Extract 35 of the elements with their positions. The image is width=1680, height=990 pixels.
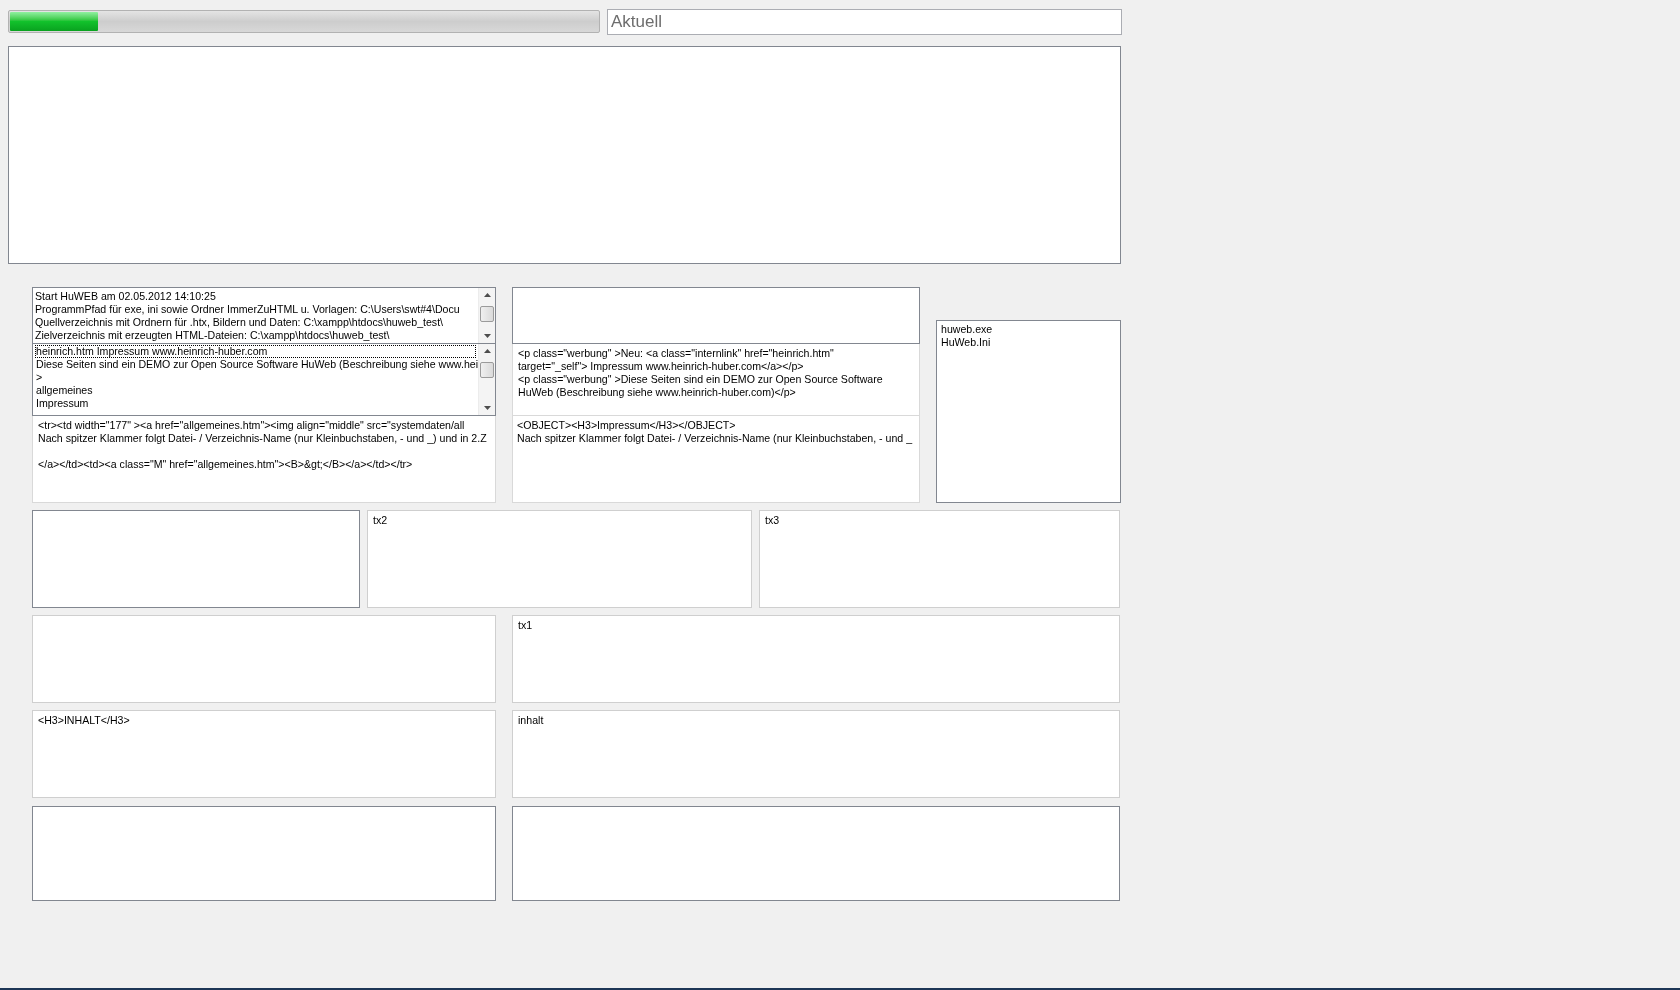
current-field[interactable]: Aktuell (607, 9, 1122, 35)
arrow-down-icon[interactable] (483, 406, 491, 410)
object-text-box[interactable]: <OBJECT><H3>Impressum</H3></OBJECT> Nach spitzer Klammer folgt Datei- / Verzeichnis-Name (nur Kleinbuchstaben, - und _ (512, 416, 920, 503)
arrow-up-icon[interactable] (483, 349, 491, 353)
list-item[interactable]: allgemeines (35, 384, 476, 397)
log-entry: ProgrammPfad für exe, ini sowie Ordner ImmerZuHTML u. Vorlagen: C:\Users\swt#4\Docu (35, 303, 461, 316)
text-box[interactable]: <H3>INHALT</H3> (32, 710, 496, 798)
text-box[interactable]: tx3 (759, 510, 1120, 608)
log-entry: Quellverzeichnis mit Ordnern für .htx, Bildern und Daten: C:\xampp\htdocs\huweb_test\ (35, 316, 445, 329)
log-entry: Start HuWEB am 02.05.2012 14:10:25 (35, 290, 217, 303)
scroll-thumb[interactable] (480, 362, 494, 378)
text-box[interactable]: tx1 (512, 615, 1120, 703)
list-item[interactable]: huweb.exe (940, 323, 1120, 336)
scrollbar[interactable] (478, 344, 495, 415)
html-text-box[interactable]: <p class="werbung" >Neu: <a class="internlink" href="heinrich.htm" target="_self"> Impressum www.heinrich-huber.com</a></p> <p class="werbung" >Diese Seiten sind ein DEMO zur Open Source Software HuWeb (Beschreibung siehe www.heinrich-huber.com)</p> (512, 344, 920, 416)
text-box[interactable] (512, 287, 920, 344)
template-text-box[interactable]: <tr><td width="177" ><a href="allgemeines.htm"><img align="middle" src="systemdaten/all Nach spitzer Klammer folgt Datei- / Verzeichnis-Name (nur Kleinbuchstaben, - und _) und in 2.Z </a></td><td><a class="M" href="allgemeines.htm"><B>&gt;</B></a></td></tr> (32, 416, 496, 503)
list-item[interactable]: HuWeb.Ini (940, 336, 1120, 349)
text-box[interactable]: inhalt (512, 710, 1120, 798)
page-list[interactable]: heinrich.htm Impressum www.heinrich-huber.com Diese Seiten sind ein DEMO zur Open Source Software HuWeb (Beschreibung siehe www.hei > allgemeines Impressum (32, 344, 496, 416)
log-list[interactable] (32, 287, 496, 344)
list-item[interactable]: Impressum (35, 397, 476, 410)
list-item[interactable]: Diese Seiten sind ein DEMO zur Open Source Software HuWeb (Beschreibung siehe www.hei (35, 358, 476, 371)
text-box[interactable]: tx2 (367, 510, 752, 608)
log-entry: Zielverzeichnis mit erzeugten HTML-Dateien: C:\xampp\htdocs\huweb_test\ (35, 329, 391, 342)
text-box[interactable] (512, 806, 1120, 901)
text-box[interactable] (32, 510, 360, 608)
file-list[interactable]: huweb.exe HuWeb.Ini (936, 320, 1121, 503)
arrow-up-icon[interactable] (483, 293, 491, 297)
list-item[interactable]: heinrich.htm Impressum www.heinrich-huber.com (35, 345, 476, 358)
list-item[interactable]: > (35, 371, 476, 384)
arrow-down-icon[interactable] (483, 334, 491, 338)
scrollbar[interactable] (478, 288, 495, 343)
scroll-thumb[interactable] (480, 306, 494, 322)
text-box[interactable] (32, 806, 496, 901)
